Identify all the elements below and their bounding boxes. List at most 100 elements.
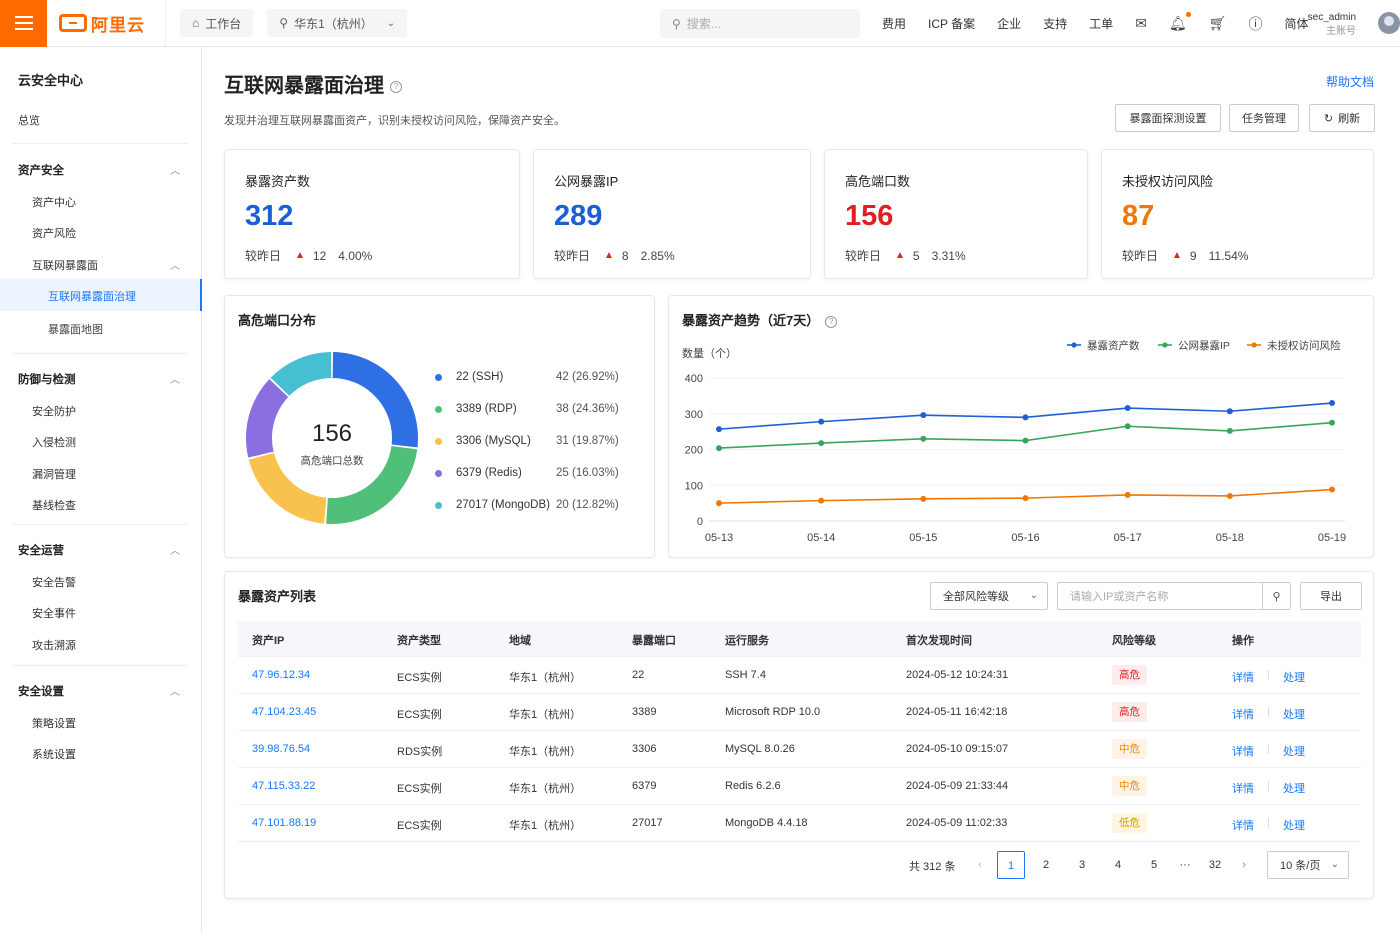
mail-icon[interactable]: ✉ <box>1135 15 1147 32</box>
export-button[interactable]: 导出 <box>1300 582 1362 610</box>
handle-link[interactable]: 处理 <box>1283 669 1305 685</box>
sidebar-item-exposure-map[interactable]: 暴露面地图 <box>48 321 103 337</box>
question-icon[interactable]: ? <box>390 80 402 93</box>
sidebar-item-alerts[interactable]: 安全告警 <box>32 574 180 590</box>
data-point[interactable] <box>818 497 825 504</box>
page-4[interactable]: 4 <box>1104 851 1132 879</box>
sidebar-item-asset-center[interactable]: 资产中心 <box>32 194 180 210</box>
data-point[interactable] <box>1022 437 1029 444</box>
detail-link[interactable]: 详情 <box>1232 743 1254 759</box>
handle-link[interactable]: 处理 <box>1283 780 1305 796</box>
sidebar-group-settings[interactable]: 安全设置 ︿ <box>18 683 180 699</box>
cell-ip[interactable]: 39.98.76.54 <box>252 743 310 755</box>
bell-icon[interactable]: 🔔︎ <box>1169 12 1191 32</box>
nav-ticket[interactable]: 工单 <box>1089 15 1113 32</box>
data-point[interactable] <box>716 426 722 433</box>
asset-search-input[interactable]: 请输入IP或资产名称 ⚲ <box>1057 582 1291 610</box>
sidebar-item-events[interactable]: 安全事件 <box>32 605 180 621</box>
page-size-select[interactable]: 10 条/页 ⌄ <box>1267 851 1349 879</box>
sidebar-item-policy[interactable]: 策略设置 <box>32 715 180 731</box>
nav-enterprise[interactable]: 企业 <box>997 15 1021 32</box>
data-point[interactable] <box>1329 419 1335 426</box>
sidebar-item-trace[interactable]: 攻击溯源 <box>32 637 180 653</box>
handle-link[interactable]: 处理 <box>1283 743 1305 759</box>
legend-item-rdp[interactable]: 3389 (RDP) 38 (24.36%) <box>435 403 655 415</box>
refresh-button[interactable]: ↻ 刷新 <box>1309 104 1375 132</box>
region-selector[interactable]: ⚲ 华东1（杭州） ⌄ <box>267 9 408 37</box>
brand-logo[interactable]: 阿里云 <box>59 11 159 36</box>
cell-ip[interactable]: 47.104.23.45 <box>252 706 316 718</box>
data-point[interactable] <box>818 440 825 447</box>
sidebar-group-operations[interactable]: 安全运营 ︿ <box>18 542 180 558</box>
risk-level-select[interactable]: 全部风险等级 ⌄ <box>930 582 1048 610</box>
help-icon[interactable]: ⓘ <box>1248 14 1262 34</box>
page-32[interactable]: 32 <box>1201 851 1229 879</box>
page-5[interactable]: 5 <box>1140 851 1168 879</box>
nav-icp[interactable]: ICP 备案 <box>928 15 975 32</box>
probe-settings-button[interactable]: 暴露面探测设置 <box>1115 104 1221 132</box>
data-point[interactable] <box>716 445 722 452</box>
data-point[interactable] <box>1226 408 1233 415</box>
legend-item[interactable]: 暴露资产数 <box>1067 339 1140 352</box>
data-point[interactable] <box>1226 492 1233 499</box>
data-point[interactable] <box>1329 486 1335 493</box>
sidebar-item-protection[interactable]: 安全防护 <box>32 403 180 419</box>
data-point[interactable] <box>920 495 927 502</box>
sidebar-item-system[interactable]: 系统设置 <box>32 746 180 762</box>
detail-link[interactable]: 详情 <box>1232 780 1254 796</box>
task-management-button[interactable]: 任务管理 <box>1229 104 1299 132</box>
data-point[interactable] <box>818 418 825 425</box>
data-point[interactable] <box>920 435 927 442</box>
help-docs-link[interactable]: 帮助文档 <box>1326 73 1374 90</box>
next-page-icon[interactable]: › <box>1230 851 1258 879</box>
page-1[interactable]: 1 <box>997 851 1025 879</box>
legend-item[interactable]: 公网暴露IP <box>1158 340 1230 352</box>
sidebar-item-intrusion[interactable]: 入侵检测 <box>32 434 180 450</box>
detail-link[interactable]: 详情 <box>1232 706 1254 722</box>
search-icon[interactable]: ⚲ <box>1262 583 1290 609</box>
sidebar-item-overview[interactable]: 总览 <box>18 112 40 128</box>
cart-icon[interactable]: 🛒︎ <box>1209 15 1227 32</box>
sidebar-item-vuln[interactable]: 漏洞管理 <box>32 466 180 482</box>
detail-link[interactable]: 详情 <box>1232 817 1254 833</box>
page-2[interactable]: 2 <box>1032 851 1060 879</box>
donut-center-label: 高危端口总数 <box>300 455 364 467</box>
detail-link[interactable]: 详情 <box>1232 669 1254 685</box>
legend-item-ssh[interactable]: 22 (SSH) 42 (26.92%) <box>435 371 655 383</box>
sidebar-item-exposure-governance[interactable]: 互联网暴露面治理 <box>0 279 202 311</box>
data-point[interactable] <box>1022 495 1029 502</box>
page-ellipsis[interactable]: ··· <box>1171 851 1199 879</box>
nav-support[interactable]: 支持 <box>1043 15 1067 32</box>
data-point[interactable] <box>1329 400 1335 407</box>
sidebar-group-asset-security[interactable]: 资产安全 ︿ <box>18 162 180 178</box>
cell-ip[interactable]: 47.101.88.19 <box>252 817 316 829</box>
data-point[interactable] <box>716 500 722 507</box>
handle-link[interactable]: 处理 <box>1283 817 1305 833</box>
page-3[interactable]: 3 <box>1068 851 1096 879</box>
sidebar-item-exposure[interactable]: 互联网暴露面 ︿ <box>32 257 180 273</box>
user-info[interactable]: sec_admin 主账号 <box>1308 11 1356 39</box>
menu-icon[interactable] <box>0 0 47 47</box>
data-point[interactable] <box>1226 427 1233 434</box>
legend-item-mysql[interactable]: 3306 (MySQL) 31 (19.87%) <box>435 435 655 447</box>
legend-item[interactable]: 未授权访问风险 <box>1247 339 1341 352</box>
legend-item-mongodb[interactable]: 27017 (MongoDB) 20 (12.82%) <box>435 499 655 511</box>
sidebar-group-defense[interactable]: 防御与检测 ︿ <box>18 371 180 387</box>
workbench-button[interactable]: ⌂ 工作台 <box>180 9 254 37</box>
data-point[interactable] <box>1022 414 1029 421</box>
data-point[interactable] <box>920 412 927 419</box>
legend-item-redis[interactable]: 6379 (Redis) 25 (16.03%) <box>435 467 655 479</box>
data-point[interactable] <box>1124 423 1131 430</box>
cell-ip[interactable]: 47.115.33.22 <box>252 780 315 792</box>
language-switch[interactable]: 简体 <box>1284 15 1308 32</box>
sidebar-item-baseline[interactable]: 基线检查 <box>32 497 180 513</box>
sidebar-item-asset-risk[interactable]: 资产风险 <box>32 225 180 241</box>
cell-ip[interactable]: 47.96.12.34 <box>252 669 310 681</box>
avatar[interactable] <box>1378 12 1400 34</box>
nav-fee[interactable]: 费用 <box>882 15 906 32</box>
handle-link[interactable]: 处理 <box>1283 706 1305 722</box>
data-point[interactable] <box>1124 491 1131 498</box>
prev-page-icon[interactable]: ‹ <box>966 851 994 879</box>
global-search-input[interactable]: ⚲ 搜索... <box>660 9 860 38</box>
data-point[interactable] <box>1124 405 1131 412</box>
